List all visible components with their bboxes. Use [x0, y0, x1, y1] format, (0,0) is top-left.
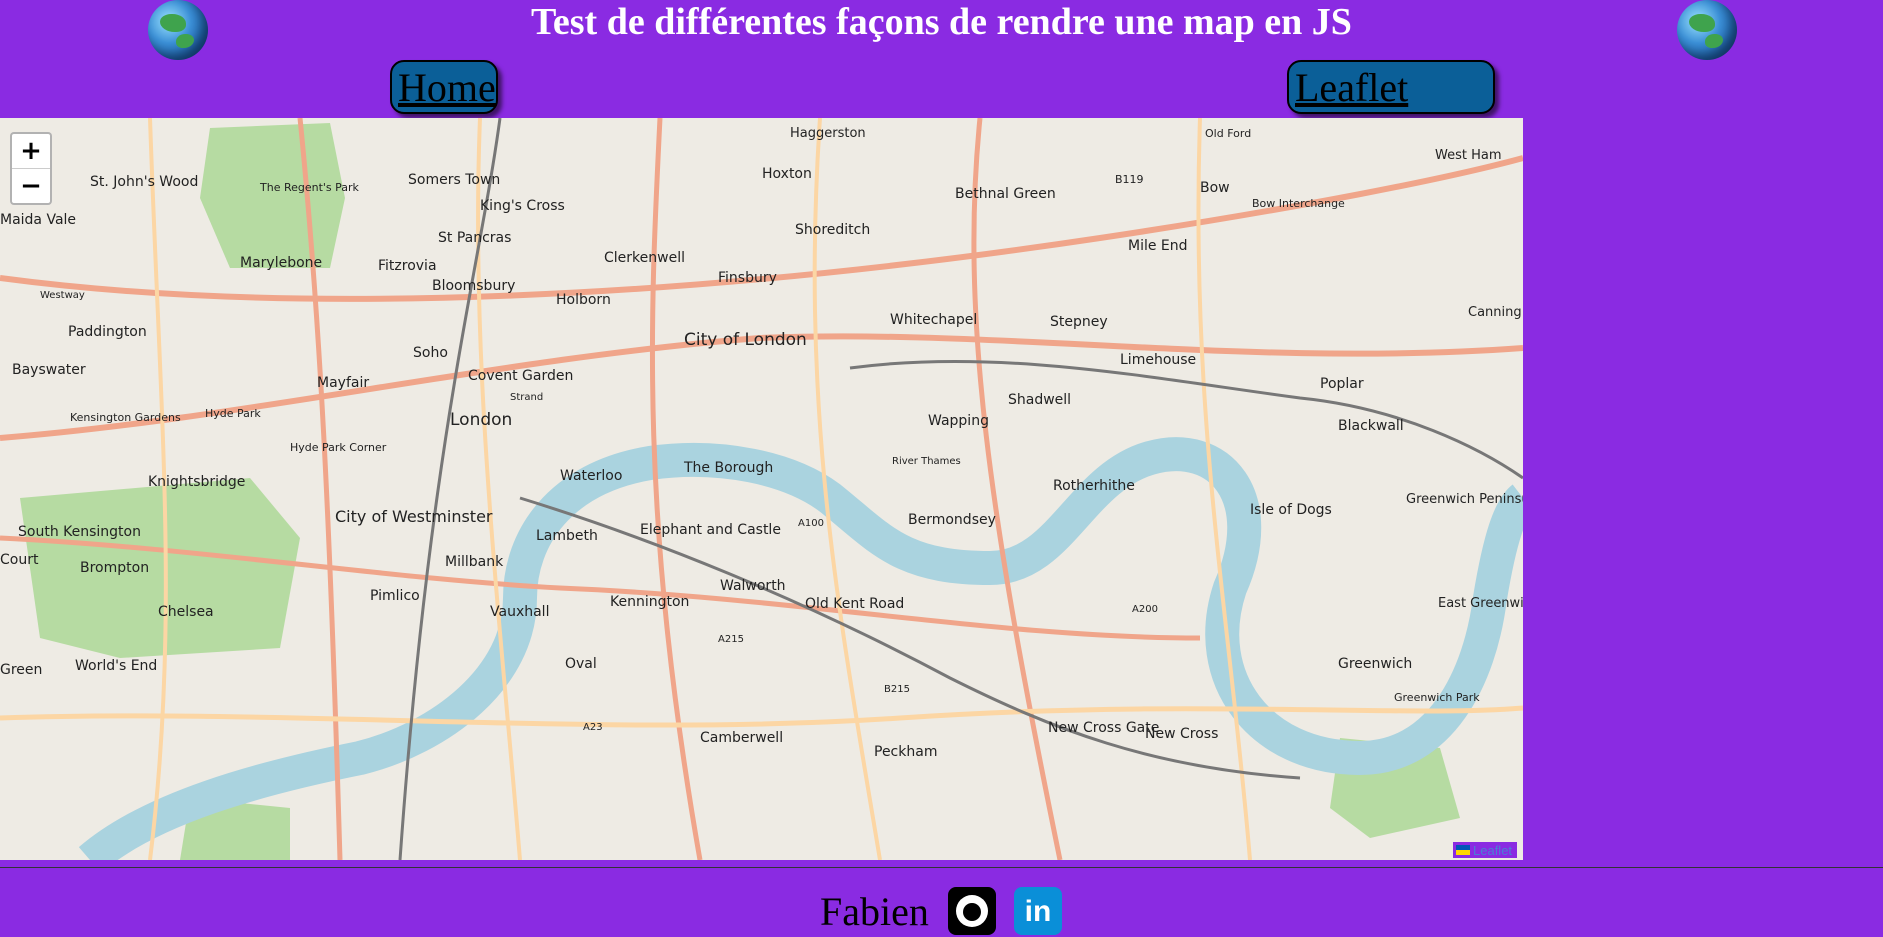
map-place-label: Walworth [720, 578, 786, 594]
park-area [20, 478, 300, 658]
map-place-label: Greenwich Park [1394, 691, 1480, 704]
map-place-label: Knightsbridge [148, 474, 245, 490]
map-place-label: World's End [75, 658, 157, 674]
map-place-label: Green [0, 662, 42, 678]
map-tiles: Haggerston Hoxton Bethnal Green Bow West Ham… [0, 118, 1523, 860]
map-place-label: Chelsea [158, 604, 214, 620]
map-place-label: Camberwell [700, 730, 783, 746]
map-place-label: Bow [1200, 180, 1230, 196]
map-place-label: City of London [684, 330, 807, 350]
map-place-label: A215 [718, 634, 744, 645]
footer-divider [0, 867, 1883, 868]
map-place-label: Greenwich [1338, 656, 1412, 672]
map-place-label: Elephant and Castle [640, 522, 781, 538]
map-place-label: New Cross Gate [1048, 720, 1159, 736]
map-place-label: B215 [884, 684, 910, 695]
map-place-label: Waterloo [560, 468, 622, 484]
map-place-label: Wapping [928, 413, 989, 429]
attribution-link[interactable]: Leaflet [1473, 843, 1512, 858]
map-place-label: A23 [583, 722, 603, 733]
linkedin-icon[interactable]: in [1014, 887, 1062, 935]
map-place-label: Finsbury [718, 270, 777, 286]
map-place-label: Bayswater [12, 362, 86, 378]
map-place-label: King's Cross [480, 198, 565, 214]
map-place-label: Rotherhithe [1053, 478, 1135, 494]
map-place-label: Hyde Park Corner [290, 441, 387, 454]
map-place-label: Brompton [80, 560, 149, 576]
map-place-label: A100 [798, 518, 824, 529]
map-place-label: Clerkenwell [604, 250, 685, 266]
map-place-label: St Pancras [438, 230, 511, 246]
map-place-label: The Borough [683, 460, 773, 476]
map-place-label: Bow Interchange [1252, 197, 1345, 210]
map-view[interactable]: Haggerston Hoxton Bethnal Green Bow West Ham… [0, 118, 1523, 860]
map-place-label: Fitzrovia [378, 258, 437, 274]
map-place-label: Marylebone [240, 255, 322, 271]
map-place-label: River Thames [892, 456, 961, 467]
map-place-label: Old Ford [1205, 127, 1251, 140]
zoom-out-button[interactable]: − [12, 169, 50, 203]
map-place-label: B119 [1115, 173, 1144, 186]
map-place-label: Greenwich Peninsula [1406, 492, 1523, 507]
map-place-label: Limehouse [1120, 352, 1196, 368]
map-place-label: Stepney [1050, 314, 1108, 330]
map-place-label: Kennington [610, 594, 689, 610]
map-place-label: New Cross [1145, 726, 1218, 742]
map-place-label: London [450, 410, 512, 430]
map-place-label: Bethnal Green [955, 186, 1056, 202]
map-place-label: Haggerston [790, 126, 866, 141]
map-place-label: Isle of Dogs [1250, 502, 1332, 518]
github-icon[interactable] [948, 887, 996, 935]
map-place-label: Bermondsey [908, 512, 996, 528]
map-place-label: Shadwell [1008, 392, 1071, 408]
map-place-label: Whitechapel [890, 312, 977, 328]
leaflet-map-button[interactable]: Leaflet Map [1287, 60, 1495, 162]
map-place-label: Mile End [1128, 238, 1188, 254]
map-place-label: East Greenwich [1438, 596, 1523, 611]
map-place-label: City of Westminster [335, 507, 493, 526]
map-place-label: Millbank [445, 554, 504, 570]
zoom-control: + − [10, 132, 52, 205]
map-place-label: Shoreditch [795, 222, 870, 238]
map-place-label: St. John's Wood [90, 174, 198, 190]
park-area [200, 123, 345, 268]
map-place-label: Lambeth [536, 528, 598, 544]
map-place-label: Maida Vale [0, 212, 76, 228]
map-place-label: Oval [565, 656, 597, 672]
map-place-label: Kensington Gardens [70, 411, 181, 424]
map-place-label: The Regent's Park [259, 181, 360, 194]
map-place-label: Canning [1468, 305, 1522, 320]
map-attribution[interactable]: Leaflet [1453, 842, 1517, 858]
ukraine-flag-icon [1456, 845, 1470, 855]
map-place-label: Bloomsbury [432, 278, 515, 294]
map-place-label: Soho [413, 345, 448, 361]
map-place-label: A200 [1132, 604, 1158, 615]
map-place-label: Hyde Park [205, 407, 261, 420]
map-place-label: Court [0, 552, 39, 568]
map-place-label: Blackwall [1338, 418, 1404, 434]
map-place-label: Old Kent Road [805, 596, 904, 612]
home-button[interactable]: Home [390, 60, 498, 114]
map-place-label: Mayfair [317, 375, 369, 391]
map-place-label: Covent Garden [468, 368, 573, 384]
author-name: Fabien [820, 889, 929, 934]
map-place-label: Somers Town [408, 172, 500, 188]
map-place-label: Strand [510, 392, 543, 403]
map-place-label: West Ham [1435, 148, 1502, 163]
map-place-label: Westway [40, 290, 85, 301]
page-title: Test de différentes façons de rendre une… [531, 1, 1352, 43]
map-place-label: Vauxhall [490, 604, 549, 620]
map-place-label: Paddington [68, 324, 147, 340]
map-place-label: Pimlico [370, 588, 420, 604]
map-place-label: Poplar [1320, 376, 1364, 392]
map-place-label: Hoxton [762, 166, 812, 182]
map-place-label: Holborn [556, 292, 611, 308]
map-place-label: South Kensington [18, 524, 141, 540]
map-place-label: Peckham [874, 744, 937, 760]
zoom-in-button[interactable]: + [12, 134, 50, 169]
